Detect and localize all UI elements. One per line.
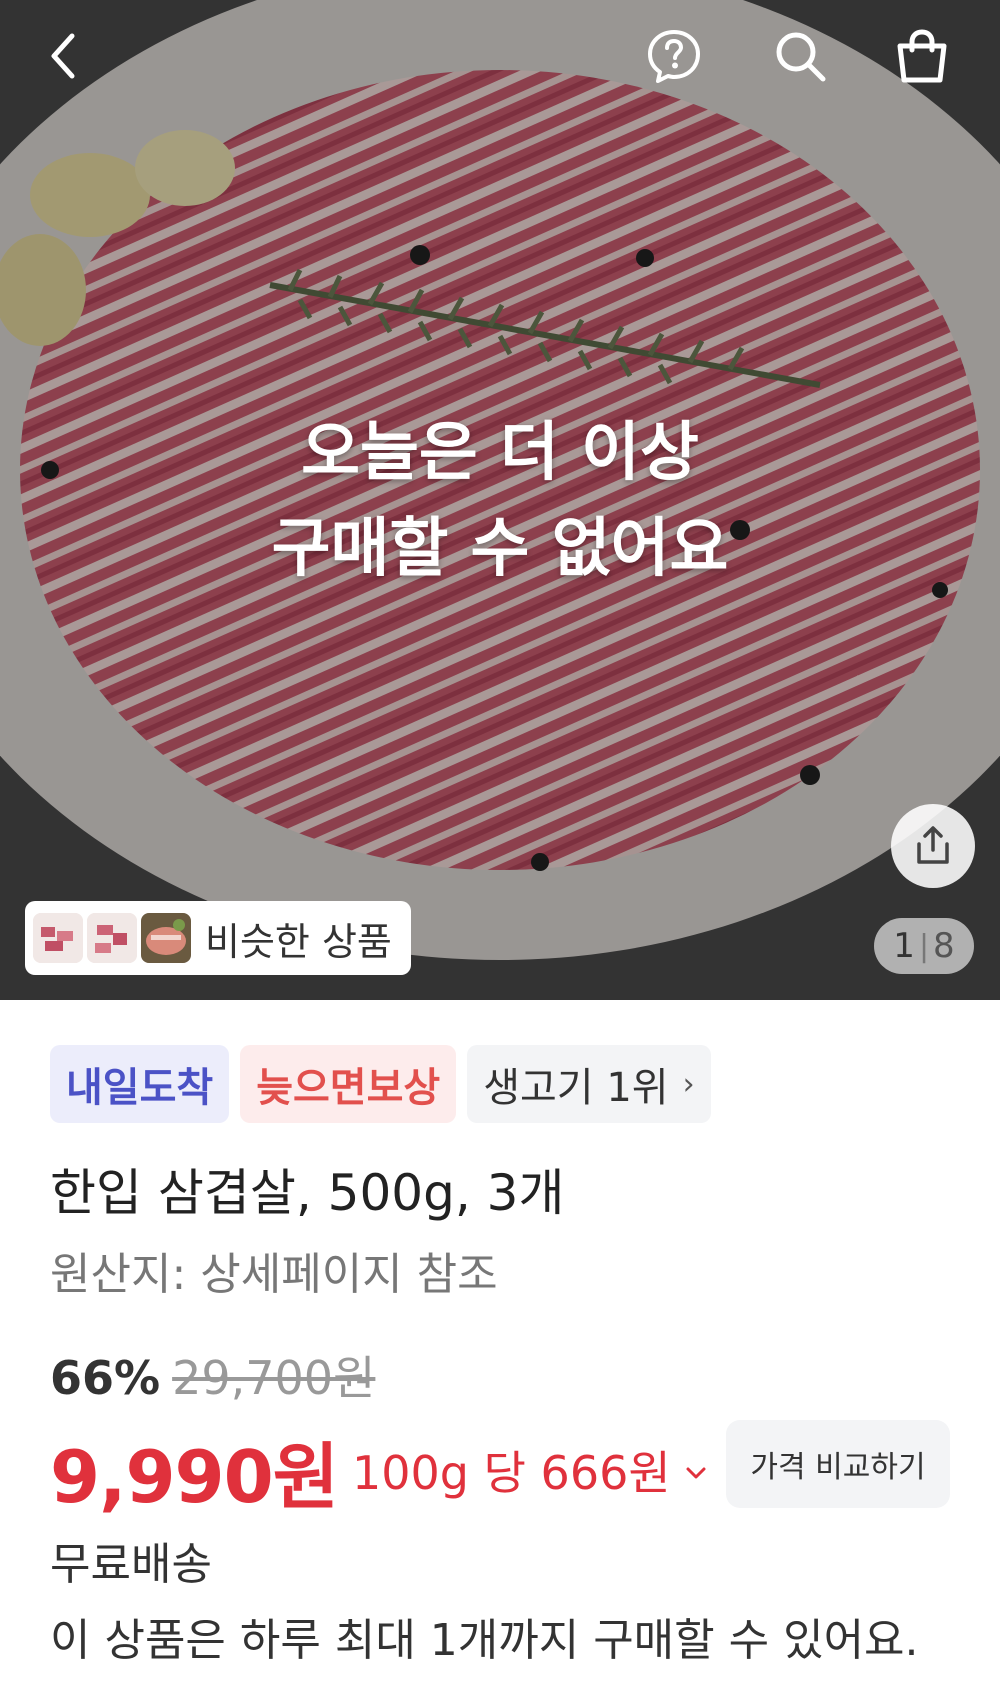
- similar-products-button[interactable]: 비슷한 상품: [25, 901, 411, 975]
- product-badges: 내일도착 늦으면보상 생고기 1위 ›: [50, 1045, 722, 1123]
- price-compare-button[interactable]: 가격 비교하기: [726, 1420, 950, 1508]
- sale-price: 9,990원: [50, 1434, 339, 1519]
- help-button[interactable]: [638, 20, 710, 92]
- image-page-counter: 1 | 8: [874, 918, 974, 974]
- ranking-badge[interactable]: 생고기 1위 ›: [467, 1045, 711, 1123]
- back-button[interactable]: [28, 20, 100, 92]
- chevron-down-icon[interactable]: [685, 1454, 707, 1487]
- unit-price[interactable]: 100g 당 666원: [352, 1437, 671, 1503]
- free-shipping-label: 무료배송: [50, 1539, 212, 1590]
- chevron-right-icon: ›: [682, 1066, 695, 1102]
- back-arrow-icon: [51, 33, 75, 79]
- similar-product-thumbnail: [141, 913, 191, 963]
- similar-products-label: 비슷한 상품: [205, 919, 392, 964]
- product-title: 한입 삼겹살, 500g, 3개: [50, 1164, 565, 1222]
- late-compensation-badge: 늦으면보상: [240, 1045, 457, 1123]
- share-icon: [917, 826, 949, 864]
- similar-product-thumbnail: [87, 913, 137, 963]
- cart-button[interactable]: [886, 20, 958, 92]
- discount-rate: 66%: [50, 1351, 161, 1405]
- page-separator: |: [918, 928, 930, 964]
- original-price: 29,700원: [172, 1351, 376, 1405]
- search-icon: [776, 32, 826, 82]
- page-total: 8: [933, 926, 955, 966]
- tomorrow-delivery-badge: 내일도착: [50, 1045, 230, 1123]
- ranking-label: 생고기 1위: [483, 1065, 669, 1111]
- original-price-row: 66% 29,700원: [50, 1342, 375, 1408]
- purchase-limit-notice: 이 상품은 하루 최대 1개까지 구매할 수 있어요.: [50, 1615, 919, 1666]
- sold-out-line-1: 오늘은 더 이상: [301, 416, 699, 490]
- sold-out-message: 오늘은 더 이상 구매할 수 없어요: [0, 405, 1000, 597]
- share-button[interactable]: [891, 804, 975, 888]
- similar-product-thumbnail: [33, 913, 83, 963]
- sold-out-line-2: 구매할 수 없어요: [271, 512, 729, 586]
- help-question-icon: [648, 30, 700, 83]
- product-origin: 원산지: 상세페이지 참조: [50, 1249, 498, 1300]
- search-button[interactable]: [764, 20, 836, 92]
- shopping-bag-icon: [897, 29, 947, 83]
- sale-price-row: 9,990원 100g 당 666원: [50, 1420, 707, 1520]
- product-image-carousel[interactable]: 오늘은 더 이상 구매할 수 없어요 비슷한 상품 1 | 8: [0, 0, 1000, 1000]
- page-current: 1: [893, 926, 915, 966]
